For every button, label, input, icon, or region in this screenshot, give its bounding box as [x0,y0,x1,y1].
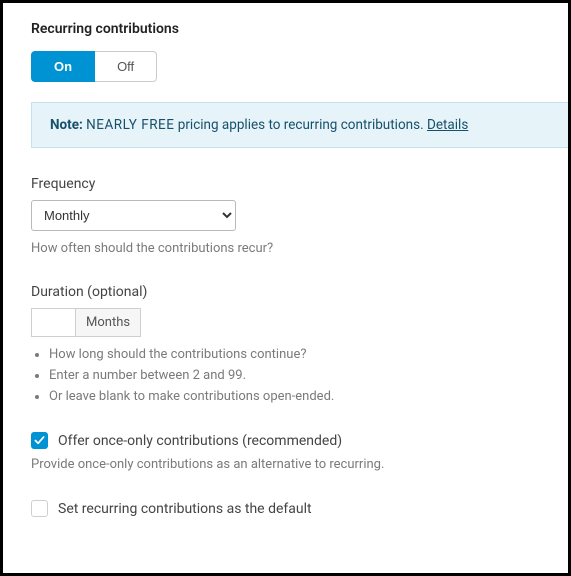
note-pricing: NEARLY FREE [86,117,174,133]
duration-label: Duration (optional) [31,284,568,300]
once-only-checkbox[interactable] [31,432,48,449]
duration-input[interactable] [31,308,75,337]
once-only-row: Offer once-only contributions (recommend… [31,432,568,449]
frequency-help: How often should the contributions recur… [31,241,568,256]
frequency-label: Frequency [31,176,568,192]
default-recurring-checkbox[interactable] [31,500,48,517]
duration-help-item: How long should the contributions contin… [49,347,568,362]
duration-help-list: How long should the contributions contin… [31,347,568,404]
duration-unit: Months [75,308,141,337]
check-icon [34,435,45,446]
note-details-link[interactable]: Details [427,117,468,133]
recurring-toggle: On Off [31,51,157,82]
once-only-label: Offer once-only contributions (recommend… [58,433,342,449]
frequency-field: Frequency Monthly How often should the c… [31,176,568,256]
duration-help-item: Enter a number between 2 and 99. [49,368,568,383]
pricing-note: Note: NEARLY FREE pricing applies to rec… [31,102,568,148]
default-recurring-row: Set recurring contributions as the defau… [31,500,568,517]
default-recurring-label: Set recurring contributions as the defau… [58,501,312,517]
toggle-off-button[interactable]: Off [95,51,157,82]
frequency-select[interactable]: Monthly [31,200,236,231]
note-body: pricing applies to recurring contributio… [178,117,424,133]
toggle-on-button[interactable]: On [31,51,95,82]
duration-help-item: Or leave blank to make contributions ope… [49,389,568,404]
section-title: Recurring contributions [31,21,568,37]
once-only-help: Provide once-only contributions as an al… [31,457,568,472]
note-prefix: Note: [50,117,83,133]
duration-field: Duration (optional) Months How long shou… [31,284,568,404]
